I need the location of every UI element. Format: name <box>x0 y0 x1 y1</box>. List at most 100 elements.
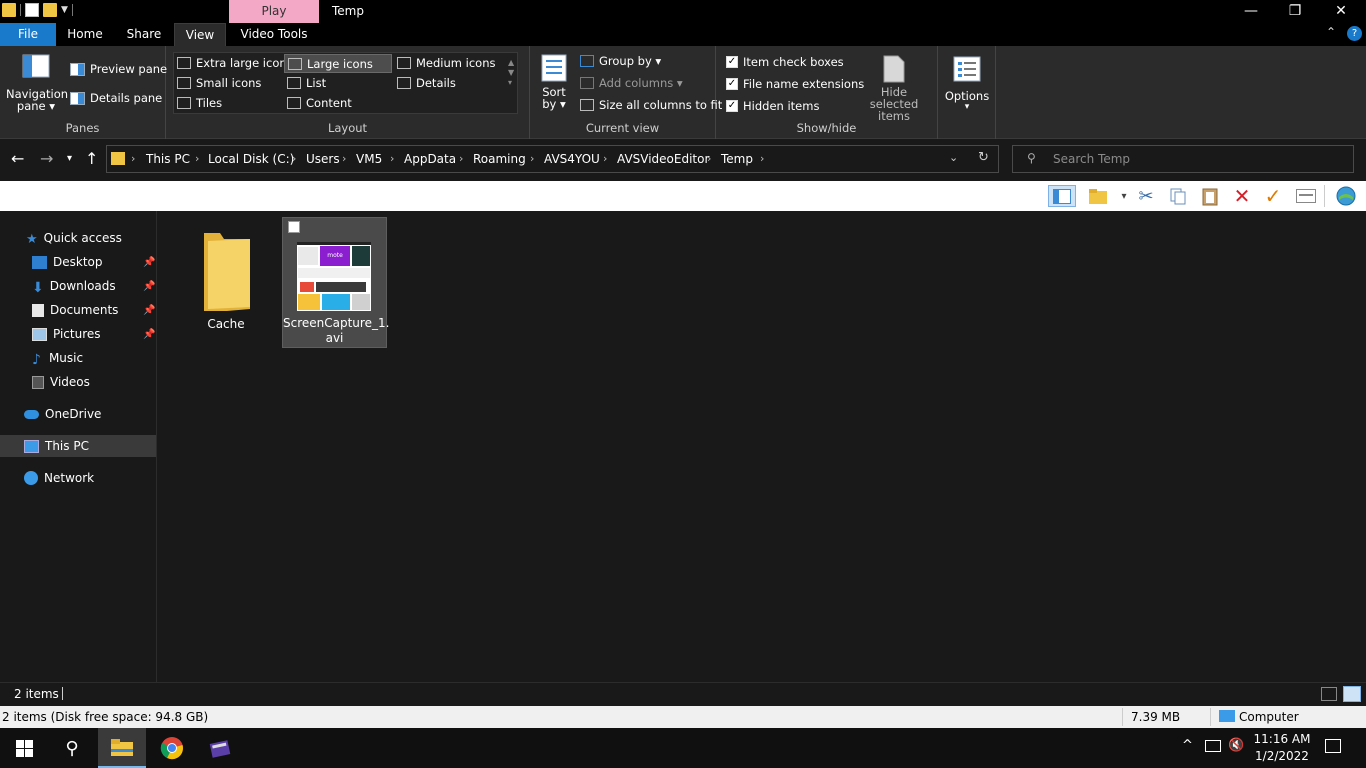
breadcrumb-separator[interactable]: › <box>603 152 607 165</box>
sidebar-item-onedrive[interactable]: OneDrive <box>0 403 156 425</box>
preview-pane-button[interactable]: Preview pane <box>70 62 167 76</box>
paste-icon[interactable] <box>1198 185 1222 207</box>
tab-home[interactable]: Home <box>56 23 114 46</box>
back-arrow-icon[interactable]: ← <box>11 149 24 168</box>
breadcrumb-separator[interactable]: › <box>131 152 135 165</box>
new-folder-icon[interactable] <box>43 3 57 17</box>
breadcrumb-local-disk[interactable]: Local Disk (C:) <box>208 152 294 166</box>
list-item[interactable]: Cache <box>184 223 268 333</box>
breadcrumb-this-pc[interactable]: This PC <box>146 152 190 166</box>
file-explorer-taskbar-icon[interactable] <box>98 728 146 768</box>
breadcrumb-separator[interactable]: › <box>760 152 764 165</box>
medium-icons-option[interactable]: Medium icons <box>397 56 495 70</box>
sidebar-item-quick-access[interactable]: ★ Quick access <box>0 227 156 249</box>
breadcrumb-separator[interactable]: › <box>195 152 199 165</box>
breadcrumb-roaming[interactable]: Roaming <box>473 152 526 166</box>
navigation-pane-button[interactable]: Navigation pane ▾ <box>6 54 68 112</box>
tab-view[interactable]: View <box>174 23 226 46</box>
extra-large-icons-option[interactable]: Extra large icons <box>177 56 293 70</box>
tab-file[interactable]: File <box>0 23 56 46</box>
item-check-boxes-checkbox[interactable]: ✓ <box>726 56 738 68</box>
forward-arrow-icon[interactable]: → <box>40 149 53 168</box>
address-bar[interactable]: › This PC › Local Disk (C:) › Users › VM… <box>106 145 999 173</box>
recent-locations-icon[interactable]: ▾ <box>67 153 72 164</box>
large-icons-view-icon[interactable] <box>1343 686 1361 702</box>
hide-selected-items-button[interactable]: Hide selected items <box>856 54 932 122</box>
options-button[interactable]: Options ▾ <box>942 56 992 112</box>
list-option[interactable]: List <box>287 76 326 90</box>
add-columns-button[interactable]: Add columns ▾ <box>580 76 683 90</box>
new-folder-icon[interactable] <box>1086 185 1110 207</box>
ribbon-collapse-icon[interactable]: ⌃ <box>1326 25 1336 39</box>
breadcrumb-separator[interactable]: › <box>459 152 463 165</box>
sidebar-item-videos[interactable]: Videos <box>0 371 156 393</box>
details-option[interactable]: Details <box>397 76 456 90</box>
list-item[interactable]: mote ScreenCapture_1. avi <box>282 217 389 348</box>
breadcrumb-avsvideoeditor[interactable]: AVSVideoEditor <box>617 152 709 166</box>
sidebar-item-this-pc[interactable]: This PC <box>0 435 156 457</box>
breadcrumb-separator[interactable]: › <box>390 152 394 165</box>
file-name-extensions-checkbox[interactable]: ✓ <box>726 78 738 90</box>
item-check-boxes-toggle[interactable]: ✓ Item check boxes <box>726 55 844 69</box>
large-icons-option[interactable]: Large icons <box>284 54 392 73</box>
qat-customize-icon[interactable]: ▼ <box>61 5 68 15</box>
file-name-extensions-toggle[interactable]: ✓ File name extensions <box>726 77 864 91</box>
search-icon[interactable]: ⚲ <box>48 728 96 768</box>
chrome-taskbar-icon[interactable] <box>148 728 196 768</box>
small-icons-option[interactable]: Small icons <box>177 76 261 90</box>
hidden-items-checkbox[interactable]: ✓ <box>726 100 738 112</box>
clock[interactable]: 11:16 AM 1/2/2022 <box>1252 731 1312 765</box>
pin-icon[interactable]: 📌 <box>143 305 155 316</box>
help-icon[interactable]: ? <box>1347 26 1362 41</box>
tab-video-tools[interactable]: Video Tools <box>229 23 319 46</box>
close-button[interactable]: ✕ <box>1318 0 1364 23</box>
sort-by-button[interactable]: Sort by ▾ <box>538 54 570 110</box>
properties-icon[interactable] <box>25 3 39 17</box>
copy-icon[interactable] <box>1166 185 1190 207</box>
breadcrumb-users[interactable]: Users <box>306 152 340 166</box>
size-columns-button[interactable]: Size all columns to fit <box>580 98 722 112</box>
delete-icon[interactable]: ✕ <box>1230 184 1254 208</box>
video-editor-taskbar-icon[interactable] <box>196 728 244 768</box>
network-tray-icon[interactable] <box>1205 740 1221 752</box>
notifications-icon[interactable] <box>1325 739 1341 753</box>
start-button[interactable] <box>0 728 48 768</box>
breadcrumb-separator[interactable]: › <box>707 152 711 165</box>
sidebar-item-documents[interactable]: Documents 📌 <box>0 299 156 321</box>
sidebar-item-downloads[interactable]: ⬇ Downloads 📌 <box>0 275 156 297</box>
details-view-icon[interactable] <box>1321 687 1337 701</box>
new-folder-dropdown-icon[interactable]: ▾ <box>1112 185 1136 207</box>
tiles-option[interactable]: Tiles <box>177 96 222 110</box>
globe-icon[interactable] <box>1334 185 1358 207</box>
breadcrumb-separator[interactable]: › <box>530 152 534 165</box>
sidebar-item-pictures[interactable]: Pictures 📌 <box>0 323 156 345</box>
breadcrumb-separator[interactable]: › <box>342 152 346 165</box>
play-context-tab[interactable]: Play <box>229 0 319 23</box>
breadcrumb-avs4you[interactable]: AVS4YOU <box>544 152 600 166</box>
cut-icon[interactable]: ✂ <box>1134 185 1158 207</box>
pin-icon[interactable]: 📌 <box>143 257 155 268</box>
breadcrumb-appdata[interactable]: AppData <box>404 152 456 166</box>
minimize-button[interactable]: — <box>1228 0 1274 23</box>
sidebar-item-network[interactable]: Network <box>0 467 156 489</box>
gallery-scroll-icon[interactable]: ▲ ▼ ▾ <box>508 58 514 88</box>
sidebar-item-music[interactable]: ♪ Music <box>0 347 156 369</box>
breadcrumb-temp[interactable]: Temp <box>721 152 753 166</box>
rename-check-icon[interactable]: ✓ <box>1261 184 1285 208</box>
hidden-items-toggle[interactable]: ✓ Hidden items <box>726 99 819 113</box>
volume-muted-icon[interactable]: 🔇 <box>1228 738 1244 753</box>
folder-icon[interactable] <box>2 3 16 17</box>
pane-toggle-icon[interactable] <box>1048 185 1076 207</box>
pin-icon[interactable]: 📌 <box>143 329 155 340</box>
details-pane-button[interactable]: Details pane <box>70 91 162 105</box>
up-arrow-icon[interactable]: ↑ <box>85 149 98 168</box>
breadcrumb-separator[interactable]: › <box>292 152 296 165</box>
search-input[interactable]: ⚲ Search Temp <box>1012 145 1354 173</box>
maximize-button[interactable]: ❐ <box>1272 0 1318 23</box>
pin-icon[interactable]: 📌 <box>143 281 155 292</box>
tray-overflow-icon[interactable]: ^ <box>1182 738 1193 753</box>
tab-share[interactable]: Share <box>114 23 174 46</box>
address-dropdown-icon[interactable]: ⌄ <box>949 151 958 164</box>
refresh-icon[interactable]: ↻ <box>978 150 989 165</box>
properties-icon[interactable] <box>1294 185 1318 207</box>
